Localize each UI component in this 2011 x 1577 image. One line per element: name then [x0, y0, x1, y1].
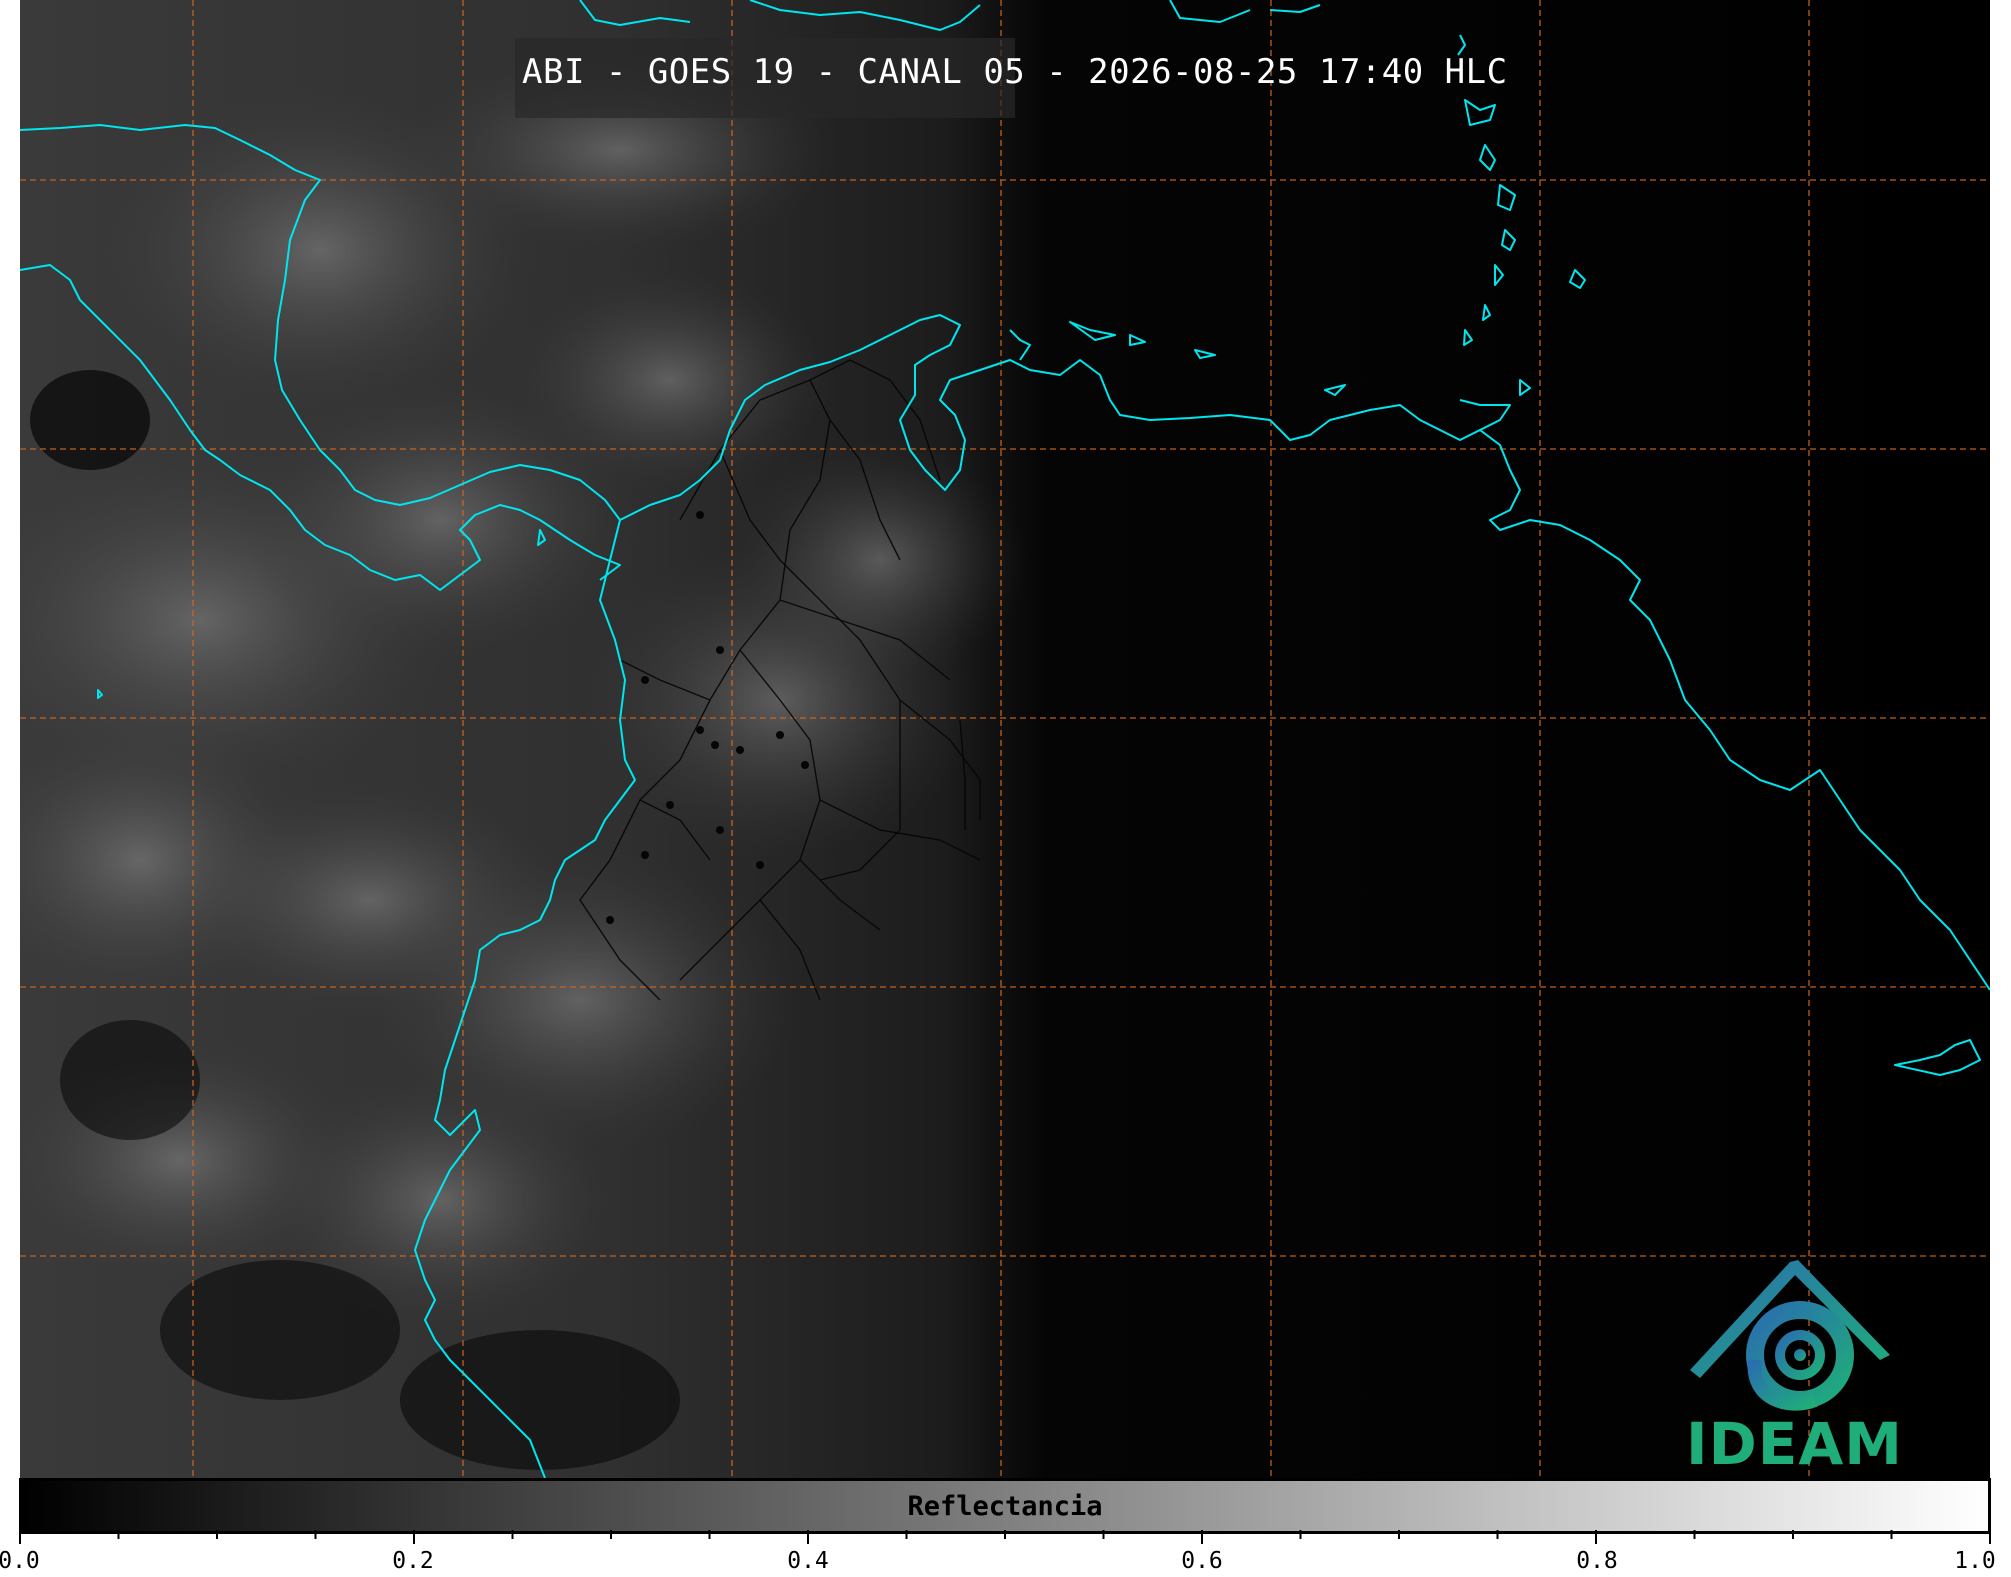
colorbar-tick-label: 0.0 [0, 1548, 40, 1574]
colorbar: Reflectancia [19, 1478, 1991, 1534]
colorbar-tick-label: 0.2 [392, 1548, 434, 1574]
logo-text: IDEAM [1686, 1410, 1903, 1478]
satellite-map [20, 0, 1990, 1478]
colorbar-tick-label: 0.8 [1576, 1548, 1618, 1574]
colorbar-ticks [19, 1530, 1991, 1544]
colorbar-tick-label: 0.4 [787, 1548, 829, 1574]
colorbar-tick-label: 1.0 [1954, 1548, 1996, 1574]
colorbar-label: Reflectancia [907, 1491, 1103, 1522]
map-title: ABI - GOES 19 - CANAL 05 - 2026-08-25 17… [522, 52, 1508, 92]
colorbar-tick-label: 0.6 [1181, 1548, 1223, 1574]
